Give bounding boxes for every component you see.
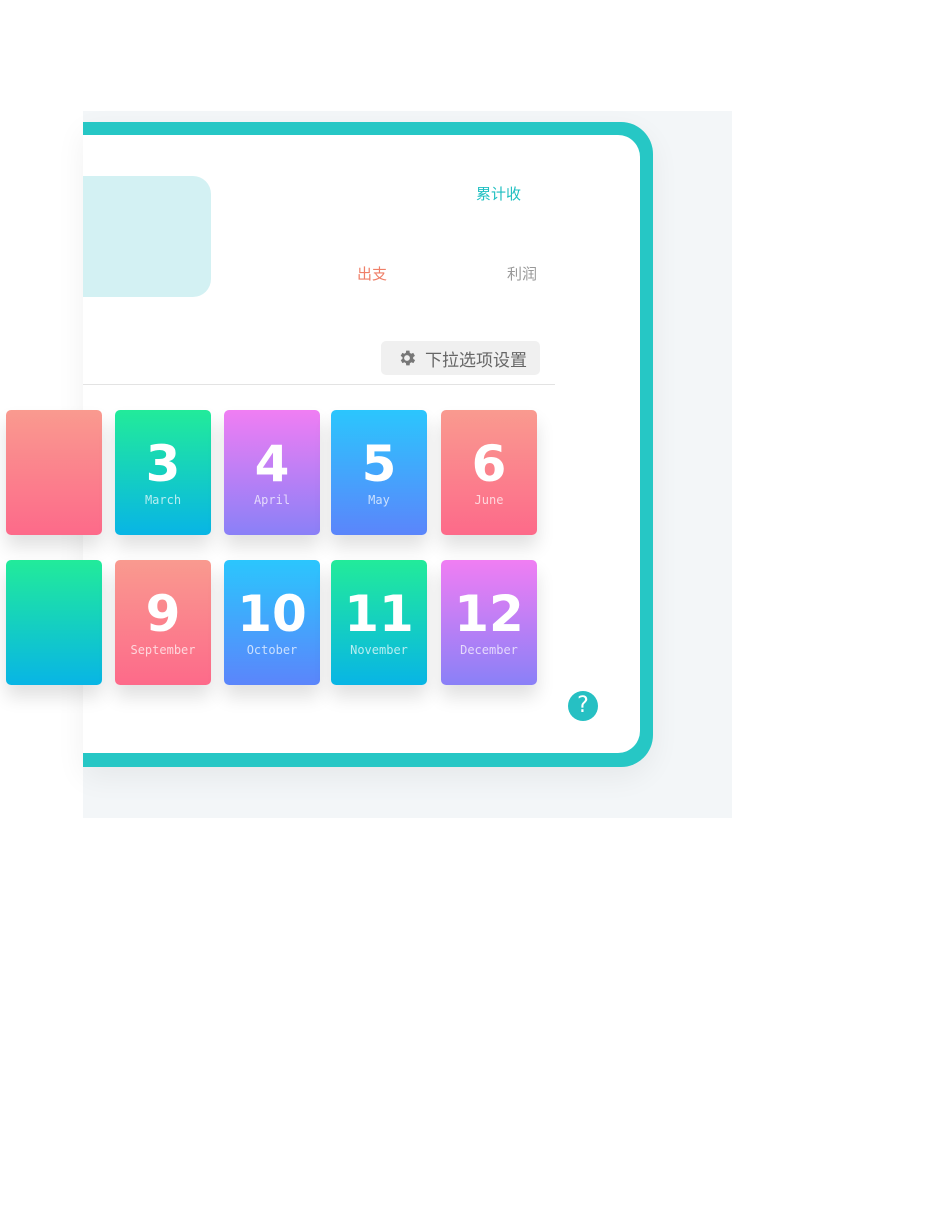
help-button[interactable]: ? — [568, 691, 598, 721]
month-card[interactable]: 6 June — [441, 410, 537, 535]
expense-label: 出支 — [357, 265, 388, 283]
income-label: 累计收 — [476, 185, 522, 203]
month-name: June — [474, 493, 504, 507]
dropdown-settings-button[interactable]: 下拉选项设置 — [381, 341, 540, 375]
month-card[interactable]: 12 December — [441, 560, 537, 685]
month-number: 11 — [344, 585, 414, 643]
month-card[interactable]: 4 April — [224, 410, 320, 535]
month-card[interactable] — [6, 410, 102, 535]
month-name: March — [144, 493, 182, 507]
month-name: November — [350, 643, 408, 657]
month-card[interactable]: 9 September — [115, 560, 211, 685]
month-number: 12 — [454, 585, 524, 643]
summary-card — [83, 176, 211, 297]
month-name: May — [368, 493, 390, 507]
month-number: 6 — [471, 435, 507, 493]
month-name: April — [253, 493, 291, 507]
month-card[interactable]: 3 March — [115, 410, 211, 535]
month-number: 9 — [145, 585, 181, 643]
month-card[interactable] — [6, 560, 102, 685]
gear-icon — [400, 350, 416, 366]
month-name: October — [246, 643, 298, 657]
month-number: 4 — [254, 435, 290, 493]
month-card[interactable]: 5 May — [331, 410, 427, 535]
profit-label: 利润 — [507, 265, 538, 283]
month-number: 3 — [145, 435, 181, 493]
month-number: 10 — [237, 585, 307, 643]
question-icon: ? — [577, 693, 589, 718]
divider — [83, 384, 555, 385]
settings-label: 下拉选项设置 — [425, 350, 527, 371]
month-name: September — [130, 643, 196, 657]
month-name: December — [460, 643, 518, 657]
month-card[interactable]: 10 October — [224, 560, 320, 685]
month-number: 5 — [361, 435, 397, 493]
month-card[interactable]: 11 November — [331, 560, 427, 685]
